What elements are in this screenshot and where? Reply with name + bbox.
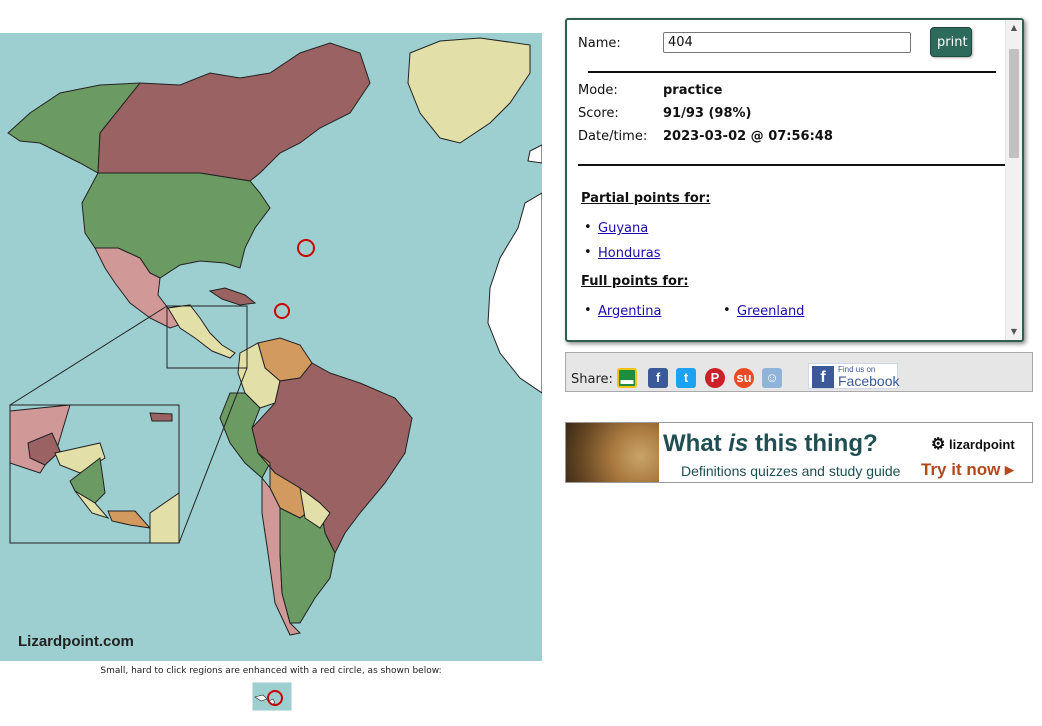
fb-find-big-text: Facebook xyxy=(838,373,900,389)
region-greenland[interactable] xyxy=(407,37,531,144)
inset-line-bottom xyxy=(178,367,248,544)
reddit-icon[interactable]: ☺ xyxy=(762,368,782,388)
facebook-logo-icon: f xyxy=(812,366,834,388)
partial-item-link[interactable]: Honduras xyxy=(598,246,661,261)
region-cuba[interactable] xyxy=(208,287,257,306)
results-scroll-area[interactable]: Name: print Mode: practice Score: 91/93 … xyxy=(567,20,1005,340)
results-panel[interactable]: Name: print Mode: practice Score: 91/93 … xyxy=(565,18,1024,342)
region-central-america[interactable] xyxy=(167,304,236,359)
region-canada[interactable] xyxy=(97,42,371,182)
list-item: Greenland xyxy=(723,303,805,319)
find-us-on-facebook-button[interactable]: f Find us on Facebook xyxy=(808,363,900,389)
ad-title: What is this thing? xyxy=(663,430,878,457)
name-label: Name: xyxy=(578,36,621,51)
region-europe-edge xyxy=(527,144,542,164)
ad-image xyxy=(566,423,659,482)
divider-bottom xyxy=(578,164,1005,166)
ad-brand-logo: ⚙ lizardpoint xyxy=(931,436,1015,453)
ad-subtitle: Definitions quizzes and study guide xyxy=(681,463,901,479)
mode-value: practice xyxy=(663,83,723,98)
full-points-heading: Full points for: xyxy=(581,274,689,289)
small-region-circle-caribbean[interactable] xyxy=(274,303,290,319)
list-item: Guyana xyxy=(584,220,648,236)
ad-try-it-now-link[interactable]: Try it now ▸ xyxy=(921,460,1014,480)
small-regions-note: Small, hard to click regions are enhance… xyxy=(100,666,442,676)
divider-top xyxy=(588,71,996,73)
small-region-example-image xyxy=(252,682,292,711)
score-label: Score: xyxy=(578,106,619,121)
full-item-link[interactable]: Greenland xyxy=(737,304,804,319)
partial-points-heading: Partial points for: xyxy=(581,191,711,206)
name-input[interactable] xyxy=(663,32,911,53)
google-classroom-icon[interactable]: ▬ xyxy=(617,368,637,388)
ad-banner[interactable]: What is this thing? Definitions quizzes … xyxy=(565,422,1033,483)
facebook-icon[interactable]: f xyxy=(648,368,668,388)
scrollbar-thumb[interactable] xyxy=(1009,49,1019,158)
partial-item-link[interactable]: Guyana xyxy=(598,221,648,236)
share-label: Share: xyxy=(571,372,613,387)
share-bar: Share: ▬ f t P su ☺ f Find us on Faceboo… xyxy=(565,352,1033,392)
small-region-circle-bermuda[interactable] xyxy=(297,239,315,257)
list-item: Argentina xyxy=(584,303,662,319)
twitter-icon[interactable]: t xyxy=(676,368,696,388)
region-africa-edge xyxy=(487,192,542,394)
print-button[interactable]: print xyxy=(930,27,972,57)
datetime-label: Date/time: xyxy=(578,129,648,144)
inset-line-top xyxy=(9,305,168,406)
inset-jamaica[interactable] xyxy=(149,412,173,422)
map-watermark: Lizardpoint.com xyxy=(18,633,134,650)
americas-map[interactable] xyxy=(0,33,542,661)
score-value: 91/93 (98%) xyxy=(663,106,752,121)
mode-label: Mode: xyxy=(578,83,618,98)
full-item-link[interactable]: Argentina xyxy=(598,304,661,319)
map-canvas[interactable]: Lizardpoint.com xyxy=(0,33,542,661)
scroll-up-arrow-icon[interactable]: ▲ xyxy=(1006,20,1022,36)
datetime-value: 2023-03-02 @ 07:56:48 xyxy=(663,129,833,144)
pinterest-icon[interactable]: P xyxy=(705,368,725,388)
scrollbar[interactable]: ▲ ▼ xyxy=(1005,20,1022,340)
list-item: Honduras xyxy=(584,245,661,261)
stumbleupon-icon[interactable]: su xyxy=(734,368,754,388)
central-america-inset[interactable] xyxy=(9,404,180,544)
scroll-down-arrow-icon[interactable]: ▼ xyxy=(1006,324,1022,340)
